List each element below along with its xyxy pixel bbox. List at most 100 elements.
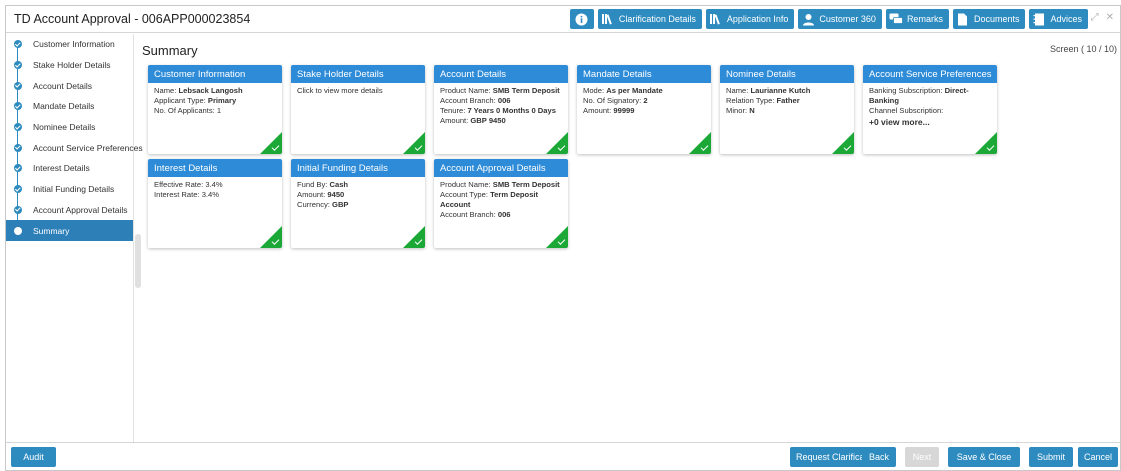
- sidebar-item-label: Mandate Details: [33, 101, 95, 112]
- complete-badge: [403, 132, 425, 154]
- card-title: Account Approval Details: [434, 159, 568, 177]
- card-body: Name: Laurianne Kutch Relation Type: Fat…: [720, 83, 854, 119]
- current-step-icon: [14, 226, 22, 235]
- card-body: Product Name: SMB Term Deposit Account B…: [434, 83, 568, 129]
- card-line: Applicant Type: Primary: [154, 96, 237, 105]
- card-line: Banking Subscription: Direct-Banking: [869, 86, 969, 105]
- document-icon: [956, 12, 970, 26]
- sidebar-item-label: Account Details: [33, 80, 93, 91]
- sidebar-item-customer-information[interactable]: Customer Information: [6, 34, 133, 55]
- application-info-button[interactable]: Application Info: [705, 9, 795, 29]
- card-body: Effective Rate: 3.4% Interest Rate: 3.4%: [148, 177, 282, 203]
- card-title: Initial Funding Details: [291, 159, 425, 177]
- check-icon: [14, 61, 22, 70]
- complete-badge: [260, 132, 282, 154]
- submit-button[interactable]: Submit: [1029, 447, 1073, 467]
- card-line: Currency: GBP: [297, 200, 349, 209]
- card-line: Name: Lebsack Langosh: [154, 86, 243, 95]
- card-line: Interest Rate: 3.4%: [154, 190, 220, 199]
- remarks-button[interactable]: Remarks: [885, 9, 949, 29]
- sidebar-item-account-approval-details[interactable]: Account Approval Details: [6, 200, 133, 221]
- card-account-approval-details[interactable]: Account Approval Details Product Name: S…: [434, 159, 568, 248]
- card-interest-details[interactable]: Interest Details Effective Rate: 3.4% In…: [148, 159, 282, 248]
- window-title: TD Account Approval - 006APP000023854: [14, 12, 251, 26]
- sidebar-item-label: Nominee Details: [33, 122, 96, 133]
- sidebar-item-label: Account Approval Details: [33, 204, 128, 215]
- back-button[interactable]: Back: [862, 447, 896, 467]
- card-initial-funding-details[interactable]: Initial Funding Details Fund By: Cash Am…: [291, 159, 425, 248]
- card-stake-holder-details[interactable]: Stake Holder Details Click to view more …: [291, 65, 425, 154]
- clarification-details-label: Clarification Details: [618, 14, 696, 24]
- sidebar-item-stake-holder-details[interactable]: Stake Holder Details: [6, 55, 133, 76]
- card-account-service-preferences[interactable]: Account Service Preferences Banking Subs…: [863, 65, 997, 154]
- sidebar-item-account-service-preferences[interactable]: Account Service Preferences: [6, 137, 143, 158]
- app-window: TD Account Approval - 006APP000023854 Cl…: [5, 5, 1121, 471]
- advices-button[interactable]: Advices: [1029, 9, 1088, 29]
- cancel-button[interactable]: Cancel: [1078, 447, 1118, 467]
- card-line: Account Branch: 006: [440, 96, 511, 105]
- card-customer-information[interactable]: Customer Information Name: Lebsack Lango…: [148, 65, 282, 154]
- card-nominee-details[interactable]: Nominee Details Name: Laurianne Kutch Re…: [720, 65, 854, 154]
- card-line: Product Name: SMB Term Deposit: [440, 180, 560, 189]
- chat-icon: [889, 12, 903, 26]
- main-content: Summary Screen ( 10 / 10) Customer Infor…: [142, 34, 1121, 444]
- sidebar-item-mandate-details[interactable]: Mandate Details: [6, 96, 133, 117]
- clarification-details-button[interactable]: Clarification Details: [597, 9, 702, 29]
- card-body: Fund By: Cash Amount: 9450 Currency: GBP: [291, 177, 425, 213]
- scrollbar-thumb[interactable]: [135, 234, 141, 288]
- sidebar-item-interest-details[interactable]: Interest Details: [6, 158, 133, 179]
- sidebar-item-label: Summary: [33, 225, 70, 236]
- sidebar: Customer Information Stake Holder Detail…: [6, 34, 143, 444]
- check-icon: [14, 205, 22, 214]
- info-icon: [575, 12, 589, 26]
- sidebar-item-label: Customer Information: [33, 39, 115, 50]
- card-line: Relation Type: Father: [726, 96, 800, 105]
- card-title: Customer Information: [148, 65, 282, 83]
- documents-button[interactable]: Documents: [952, 9, 1026, 29]
- sidebar-item-label: Interest Details: [33, 163, 90, 174]
- sidebar-item-label: Stake Holder Details: [33, 60, 111, 71]
- check-icon: [14, 143, 22, 152]
- sidebar-item-account-details[interactable]: Account Details: [6, 75, 133, 96]
- sidebar-item-summary[interactable]: Summary: [6, 220, 133, 241]
- notebook-icon: [1032, 12, 1046, 26]
- complete-badge: [403, 226, 425, 248]
- card-title: Mandate Details: [577, 65, 711, 83]
- documents-label: Documents: [973, 14, 1020, 24]
- check-icon: [14, 102, 22, 111]
- card-line: Product Name: SMB Term Deposit: [440, 86, 560, 95]
- header-bar: TD Account Approval - 006APP000023854 Cl…: [6, 6, 1120, 33]
- complete-badge: [546, 226, 568, 248]
- card-line[interactable]: Click to view more details: [297, 86, 419, 96]
- card-body: Banking Subscription: Direct-Banking Cha…: [863, 83, 997, 130]
- complete-badge: [260, 226, 282, 248]
- customer-360-label: Customer 360: [819, 14, 876, 24]
- card-line: Amount: GBP 9450: [440, 116, 506, 125]
- check-icon: [14, 185, 22, 194]
- view-more-link[interactable]: +0 view more...: [869, 117, 991, 127]
- card-title: Account Details: [434, 65, 568, 83]
- card-body: Click to view more details: [291, 83, 425, 99]
- footer-bar: Audit Request Clarification Back Next Sa…: [6, 442, 1120, 470]
- books-icon: [601, 12, 615, 26]
- info-button[interactable]: [569, 9, 594, 29]
- customer-360-button[interactable]: Customer 360: [798, 9, 882, 29]
- card-line: Tenure: 7 Years 0 Months 0 Days: [440, 106, 556, 115]
- audit-button[interactable]: Audit: [11, 447, 56, 467]
- maximize-icon[interactable]: ⤢: [1091, 12, 1099, 23]
- card-account-details[interactable]: Account Details Product Name: SMB Term D…: [434, 65, 568, 154]
- close-icon[interactable]: ✕: [1106, 12, 1114, 23]
- application-info-label: Application Info: [726, 14, 789, 24]
- card-line: Channel Subscription:: [869, 106, 944, 115]
- next-button[interactable]: Next: [905, 447, 939, 467]
- card-line: Account Branch: 006: [440, 210, 511, 219]
- card-line: Account Type: Term Deposit Account: [440, 190, 539, 209]
- sidebar-item-initial-funding-details[interactable]: Initial Funding Details: [6, 179, 133, 200]
- user-icon: [801, 12, 815, 26]
- card-line: Name: Laurianne Kutch: [726, 86, 811, 95]
- sidebar-item-nominee-details[interactable]: Nominee Details: [6, 117, 133, 138]
- card-mandate-details[interactable]: Mandate Details Mode: As per Mandate No.…: [577, 65, 711, 154]
- save-close-button[interactable]: Save & Close: [948, 447, 1020, 467]
- card-title: Account Service Preferences: [863, 65, 997, 83]
- check-icon: [14, 123, 22, 132]
